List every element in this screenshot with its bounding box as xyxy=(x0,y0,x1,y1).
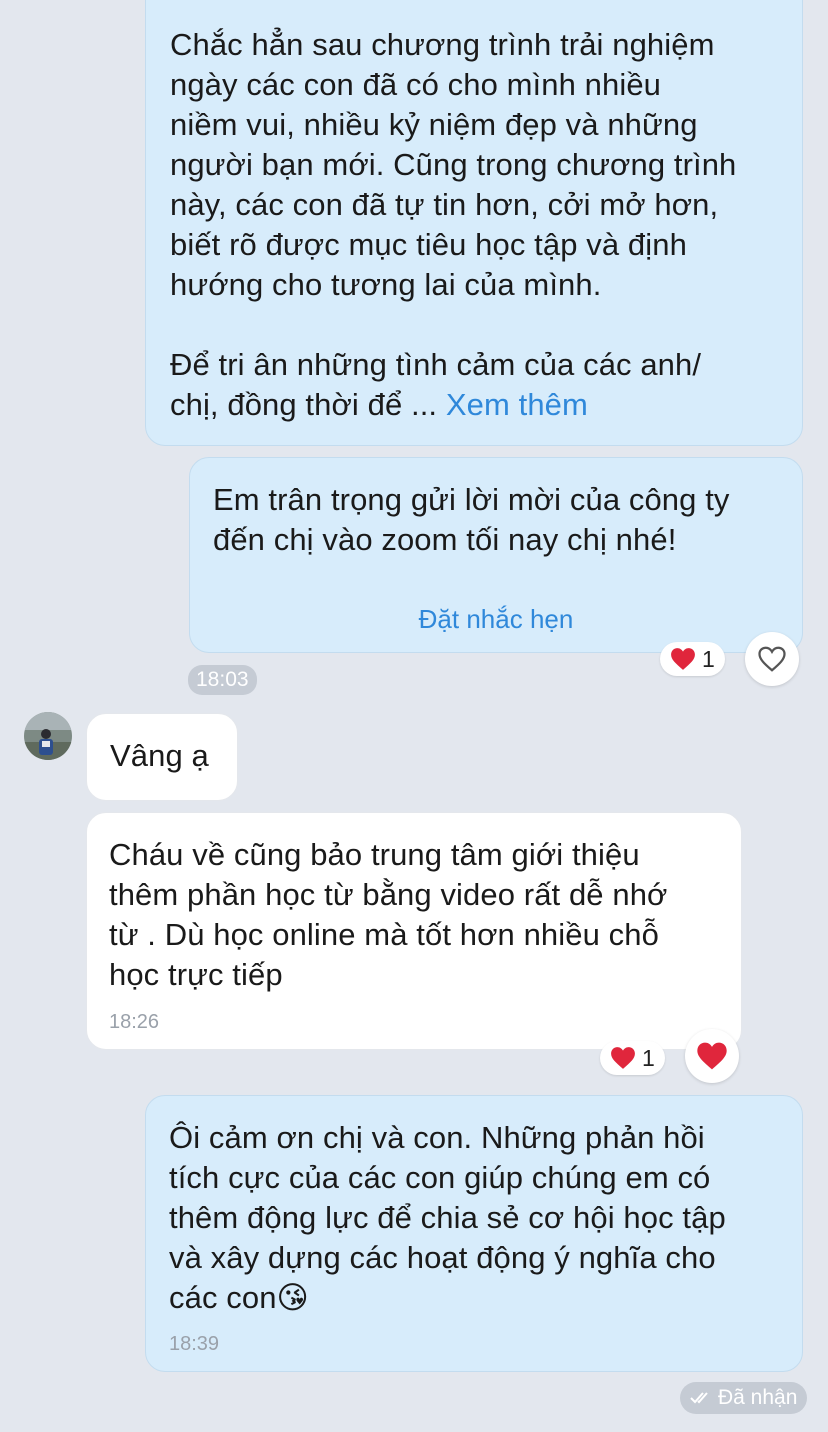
heart-icon xyxy=(697,1042,727,1070)
react-button[interactable] xyxy=(745,632,799,686)
reaction-count: 1 xyxy=(642,1044,655,1071)
double-check-icon xyxy=(690,1392,708,1404)
message-bubble-received[interactable]: Cháu về cũng bảo trung tâm giới thiệu th… xyxy=(86,812,742,1050)
message-timestamp: 18:03 xyxy=(188,665,257,695)
message-timestamp: 18:39 xyxy=(169,1333,220,1355)
message-timestamp: 18:26 xyxy=(109,1011,160,1033)
heart-outline-icon xyxy=(758,646,786,672)
set-reminder-button[interactable]: Đặt nhắc hẹn xyxy=(190,604,802,635)
avatar-photo xyxy=(24,712,72,760)
reaction-count: 1 xyxy=(702,645,715,672)
message-text: Ôi cảm ơn chị và con. Những phản hồi tíc… xyxy=(169,1120,726,1315)
react-button[interactable] xyxy=(685,1029,739,1083)
see-more-link[interactable]: Xem thêm xyxy=(446,387,588,422)
delivery-status-label: Đã nhận xyxy=(718,1386,798,1409)
message-bubble-received[interactable]: Vâng ạ xyxy=(86,713,238,801)
message-bubble-sent[interactable]: Chắc hẳn sau chương trình trải nghiệm ng… xyxy=(145,0,803,446)
heart-icon xyxy=(671,648,695,670)
avatar[interactable] xyxy=(24,712,72,760)
delivery-status: Đã nhận xyxy=(680,1382,808,1414)
heart-icon xyxy=(611,1047,635,1069)
reaction-summary[interactable]: 1 xyxy=(600,1041,665,1075)
message-text: Cháu về cũng bảo trung tâm giới thiệu th… xyxy=(109,837,668,992)
message-text: Em trân trọng gửi lời mời của công ty đế… xyxy=(213,482,730,557)
message-text: Chắc hẳn sau chương trình trải nghiệm ng… xyxy=(170,27,737,422)
message-text: Vâng ạ xyxy=(110,738,209,773)
message-bubble-sent[interactable]: Ôi cảm ơn chị và con. Những phản hồi tíc… xyxy=(145,1095,803,1372)
message-bubble-sent[interactable]: Em trân trọng gửi lời mời của công ty đế… xyxy=(189,457,803,653)
reaction-summary[interactable]: 1 xyxy=(660,642,725,676)
